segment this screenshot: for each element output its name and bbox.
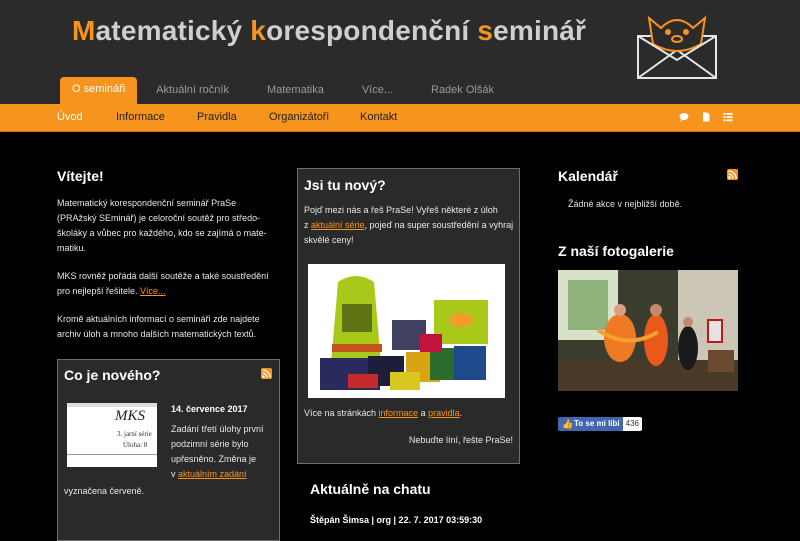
gallery-heading: Z naší fotogalerie xyxy=(558,243,674,259)
welcome-paragraph-2: MKS rovněž pořádá další soutěže a také s… xyxy=(57,269,282,299)
news-line: v xyxy=(171,469,179,479)
news-heading: Co je nového? xyxy=(64,367,161,383)
site-header: Matematický korespondenční seminář O sem… xyxy=(0,0,800,104)
title-initial-m: M xyxy=(72,15,96,46)
title-part-1: atematický xyxy=(95,15,251,46)
envelope-cat-icon[interactable] xyxy=(635,8,719,82)
welcome-line: matiku. xyxy=(57,243,87,253)
more-text: a xyxy=(418,408,429,418)
subnav-organizatori[interactable]: Organizátoři xyxy=(269,104,329,131)
title-part-3: eminář xyxy=(493,15,587,46)
title-part-2: orespondenční xyxy=(266,15,478,46)
chat-entry[interactable]: Štěpán Šimsa | org | 22. 7. 2017 03:59:3… xyxy=(310,515,482,525)
welcome-paragraph-1: Matematický korespondenční seminář PraSe… xyxy=(57,196,282,256)
thumbnail-line: Úloha: 8 xyxy=(123,441,148,449)
news-line-5: vyznačena červeně. xyxy=(64,486,145,496)
news-date: 14. července 2017 xyxy=(171,404,248,414)
like-label: To se mi líbí xyxy=(574,419,620,428)
list-icon[interactable] xyxy=(723,112,733,122)
new-here-intro: Pojď mezi nás a řeš PraSe! Vyřeš některé… xyxy=(304,203,516,248)
welcome-line: MKS rovněž pořádá další soutěže a také s… xyxy=(57,271,269,281)
intro-line: z xyxy=(304,220,312,230)
news-line: upřesněno. Změna je xyxy=(171,454,257,464)
welcome-line: pro nejlepší řešitele. xyxy=(57,286,141,296)
tab-aktualni-rocnik[interactable]: Aktuální ročník xyxy=(137,79,248,104)
new-here-box: Jsi tu nový? Pojď mezi nás a řeš PraSe! … xyxy=(297,168,520,464)
chat-heading: Aktuálně na chatu xyxy=(310,481,431,497)
pravidla-link[interactable]: pravidla xyxy=(428,408,460,418)
current-series-link[interactable]: aktuální série xyxy=(311,220,365,230)
prizes-image[interactable] xyxy=(308,264,505,398)
subnav-informace[interactable]: Informace xyxy=(116,104,165,131)
main-tabs: O semináři Aktuální ročník Matematika Ví… xyxy=(60,77,513,104)
welcome-heading: Vítejte! xyxy=(57,168,104,184)
news-line: podzimní série bylo xyxy=(171,439,249,449)
like-count: 436 xyxy=(622,417,642,431)
new-here-footer: Nebuďte líní, řešte PraSe! xyxy=(408,435,513,445)
current-assignment-link[interactable]: aktuálním zadání xyxy=(178,469,247,479)
subnav-pravidla[interactable]: Pravidla xyxy=(197,104,237,131)
news-box: Co je nového? MKS 3. jarní série Úloha: … xyxy=(57,359,280,541)
subnav-kontakt[interactable]: Kontakt xyxy=(360,104,397,131)
welcome-line: školáky a vůbec pro každého, kdo se zají… xyxy=(57,228,267,238)
tab-o-seminari[interactable]: O semináři xyxy=(60,77,138,104)
tab-vice[interactable]: Více... xyxy=(343,79,412,104)
site-title[interactable]: Matematický korespondenční seminář xyxy=(72,15,586,47)
welcome-section: Vítejte! Matematický korespondenční semi… xyxy=(57,168,282,342)
calendar-empty-text: Žádné akce v nejbližší době. xyxy=(568,199,683,209)
welcome-paragraph-3: Kromě aktuálních informací o semináři zd… xyxy=(57,312,282,342)
more-text: Více na stránkách xyxy=(304,408,379,418)
calendar-heading: Kalendář xyxy=(558,168,618,184)
news-text: Zadání třetí úlohy první podzimní série … xyxy=(171,422,276,482)
intro-line: skvělé ceny! xyxy=(304,235,354,245)
tab-matematika[interactable]: Matematika xyxy=(248,79,343,104)
tab-user[interactable]: Radek Olšák xyxy=(412,79,513,104)
new-here-heading: Jsi tu nový? xyxy=(304,177,386,193)
welcome-line: (PRAžský SEminář) je celoroční soutěž pr… xyxy=(57,213,261,223)
new-here-more: Více na stránkách informace a pravidla. xyxy=(304,406,462,421)
welcome-line: Kromě aktuálních informací o semináři zd… xyxy=(57,314,260,324)
welcome-line: archiv úloh a mnoho dalších matematickýc… xyxy=(57,329,257,339)
more-link[interactable]: Více... xyxy=(140,286,166,296)
title-initial-s: s xyxy=(477,15,494,46)
welcome-line: Matematický korespondenční seminář PraSe xyxy=(57,198,237,208)
rss-icon[interactable] xyxy=(261,368,272,379)
chat-icon[interactable] xyxy=(679,112,689,122)
news-line: Zadání třetí úlohy první xyxy=(171,424,264,434)
informace-link[interactable]: informace xyxy=(379,408,419,418)
news-thumbnail[interactable]: MKS 3. jarní série Úloha: 8 xyxy=(67,403,157,467)
document-icon[interactable] xyxy=(701,112,711,122)
intro-line: , pojeď na super soustředění a vyhraj xyxy=(364,220,514,230)
sub-navigation: Úvod Informace Pravidla Organizátoři Kon… xyxy=(0,104,800,132)
subnav-uvod[interactable]: Úvod xyxy=(57,104,83,131)
thumbnail-logo: MKS xyxy=(115,408,145,424)
title-initial-k: k xyxy=(250,15,267,46)
thumbnail-line: 3. jarní série xyxy=(117,430,152,438)
more-text: . xyxy=(459,408,463,418)
gallery-photo[interactable] xyxy=(558,270,738,391)
facebook-like-button[interactable]: 👍 To se mi líbí 436 xyxy=(558,417,642,431)
calendar-rss-icon[interactable] xyxy=(727,169,738,180)
thumbs-up-icon: 👍 xyxy=(562,419,574,429)
intro-line: Pojď mezi nás a řeš PraSe! Vyřeš některé… xyxy=(304,205,498,215)
